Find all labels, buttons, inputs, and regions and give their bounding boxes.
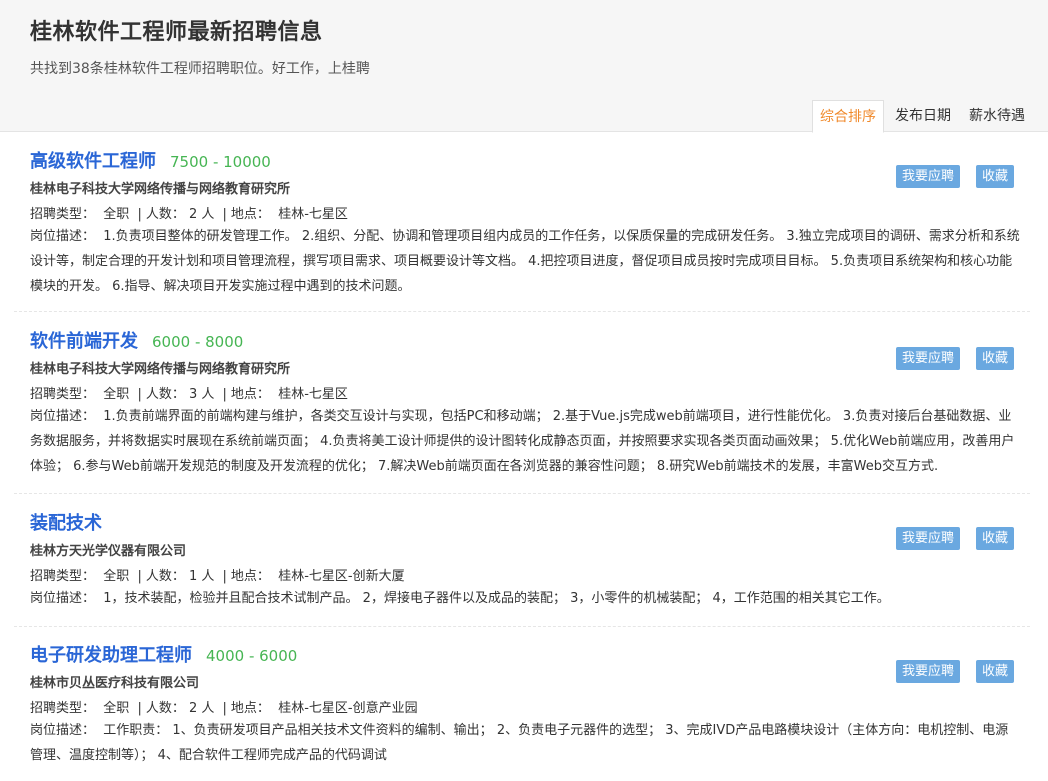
job-description: 岗位描述： 1，技术装配，检验并且配合技术试制产品。 2，焊接电子器件以及成品的… <box>30 586 1020 611</box>
job-type: 全职 <box>103 569 130 584</box>
job-count: 2 人 <box>188 701 215 716</box>
job-salary: 4000 - 6000 <box>206 647 298 665</box>
page-header: 桂林软件工程师最新招聘信息 共找到38条桂林软件工程师招聘职位。好工作，上桂聘 … <box>0 0 1048 133</box>
job-desc-label: 岗位描述： <box>30 409 96 424</box>
sort-tabs: 综合排序 发布日期 薪水待遇 <box>808 100 1032 133</box>
job-actions: 我要应聘 收藏 <box>880 660 1014 683</box>
job-title-link[interactable]: 装配技术 <box>30 509 102 535</box>
job-desc-label: 岗位描述： <box>30 591 96 606</box>
job-count: 3 人 <box>188 387 215 402</box>
job-type-label: 招聘类型： <box>30 701 96 716</box>
job-item: 高级软件工程师 7500 - 10000 桂林电子科技大学网络传播与网络教育研究… <box>14 147 1030 312</box>
page-subtitle: 共找到38条桂林软件工程师招聘职位。好工作，上桂聘 <box>30 61 370 77</box>
job-type-label: 招聘类型： <box>30 207 96 222</box>
job-location: 桂林-七星区 <box>278 207 348 222</box>
job-desc-text: 1，技术装配，检验并且配合技术试制产品。 2，焊接电子器件以及成品的装配； 3，… <box>103 591 890 606</box>
job-type: 全职 <box>103 207 130 222</box>
job-desc-text: 1.负责项目整体的研发管理工作。 2.组织、分配、协调和管理项目组内成员的工作任… <box>30 229 1020 294</box>
job-meta: 招聘类型： 全职 | 人数： 2 人 | 地点： 桂林-七星区-创意产业园 <box>30 697 418 716</box>
job-desc-text: 1.负责前端界面的前端构建与维护，各类交互设计与实现，包括PC和移动端； 2.基… <box>30 409 1015 474</box>
favorite-button[interactable]: 收藏 <box>975 527 1014 550</box>
favorite-button[interactable]: 收藏 <box>975 347 1014 370</box>
job-item: 电子研发助理工程师 4000 - 6000 桂林市贝丛医疗科技有限公司 招聘类型… <box>14 641 1030 781</box>
job-description: 岗位描述： 1.负责项目整体的研发管理工作。 2.组织、分配、协调和管理项目组内… <box>30 224 1020 299</box>
job-meta: 招聘类型： 全职 | 人数： 2 人 | 地点： 桂林-七星区 <box>30 203 348 222</box>
page-title: 桂林软件工程师最新招聘信息 <box>30 20 323 45</box>
job-company: 桂林电子科技大学网络传播与网络教育研究所 <box>30 182 291 197</box>
job-meta: 招聘类型： 全职 | 人数： 1 人 | 地点： 桂林-七星区-创新大厦 <box>30 565 405 584</box>
job-type: 全职 <box>103 701 130 716</box>
favorite-button[interactable]: 收藏 <box>975 660 1014 683</box>
apply-button[interactable]: 我要应聘 <box>895 347 960 370</box>
job-company: 桂林方天光学仪器有限公司 <box>30 544 187 559</box>
meta-separator: | <box>222 701 227 716</box>
job-count-label: 人数： <box>145 207 185 222</box>
job-count-label: 人数： <box>145 701 185 716</box>
job-location-label: 地点： <box>230 701 270 716</box>
sort-tab-salary[interactable]: 薪水待遇 <box>962 100 1032 133</box>
job-title-link[interactable]: 软件前端开发 <box>30 327 138 353</box>
meta-separator: | <box>222 207 227 222</box>
sort-tab-comprehensive[interactable]: 综合排序 <box>812 100 884 133</box>
meta-separator: | <box>137 387 142 402</box>
apply-button[interactable]: 我要应聘 <box>895 527 960 550</box>
job-location: 桂林-七星区-创意产业园 <box>278 701 418 716</box>
job-count-label: 人数： <box>145 387 185 402</box>
job-item: 装配技术 桂林方天光学仪器有限公司 招聘类型： 全职 | 人数： 1 人 | 地点：… <box>14 509 1030 627</box>
job-location-label: 地点： <box>230 569 270 584</box>
job-description: 岗位描述： 工作职责： 1、负责研发项目产品相关技术文件资料的编制、输出； 2、… <box>30 718 1020 768</box>
job-location-label: 地点： <box>230 387 270 402</box>
job-count-label: 人数： <box>145 569 185 584</box>
job-actions: 我要应聘 收藏 <box>880 165 1014 188</box>
job-count: 1 人 <box>188 569 215 584</box>
favorite-button[interactable]: 收藏 <box>975 165 1014 188</box>
job-salary: 7500 - 10000 <box>170 153 271 171</box>
apply-button[interactable]: 我要应聘 <box>895 165 960 188</box>
meta-separator: | <box>137 207 142 222</box>
job-location: 桂林-七星区-创新大厦 <box>278 569 405 584</box>
apply-button[interactable]: 我要应聘 <box>895 660 960 683</box>
meta-separator: | <box>222 569 227 584</box>
job-actions: 我要应聘 收藏 <box>880 347 1014 370</box>
sort-tab-publish-date[interactable]: 发布日期 <box>888 100 958 133</box>
job-meta: 招聘类型： 全职 | 人数： 3 人 | 地点： 桂林-七星区 <box>30 383 348 402</box>
job-desc-text: 工作职责： 1、负责研发项目产品相关技术文件资料的编制、输出； 2、负责电子元器… <box>30 723 1009 763</box>
job-desc-label: 岗位描述： <box>30 229 96 244</box>
job-company: 桂林电子科技大学网络传播与网络教育研究所 <box>30 362 291 377</box>
job-title-link[interactable]: 电子研发助理工程师 <box>30 641 192 667</box>
job-type-label: 招聘类型： <box>30 569 96 584</box>
job-item: 软件前端开发 6000 - 8000 桂林电子科技大学网络传播与网络教育研究所 … <box>14 327 1030 494</box>
job-location: 桂林-七星区 <box>278 387 348 402</box>
job-type-label: 招聘类型： <box>30 387 96 402</box>
meta-separator: | <box>222 387 227 402</box>
job-salary: 6000 - 8000 <box>152 333 244 351</box>
job-company: 桂林市贝丛医疗科技有限公司 <box>30 676 200 691</box>
job-actions: 我要应聘 收藏 <box>880 527 1014 550</box>
job-desc-label: 岗位描述： <box>30 723 96 738</box>
meta-separator: | <box>137 701 142 716</box>
job-title-link[interactable]: 高级软件工程师 <box>30 147 156 173</box>
job-description: 岗位描述： 1.负责前端界面的前端构建与维护，各类交互设计与实现，包括PC和移动… <box>30 404 1020 479</box>
job-count: 2 人 <box>188 207 215 222</box>
meta-separator: | <box>137 569 142 584</box>
job-location-label: 地点： <box>230 207 270 222</box>
job-type: 全职 <box>103 387 130 402</box>
